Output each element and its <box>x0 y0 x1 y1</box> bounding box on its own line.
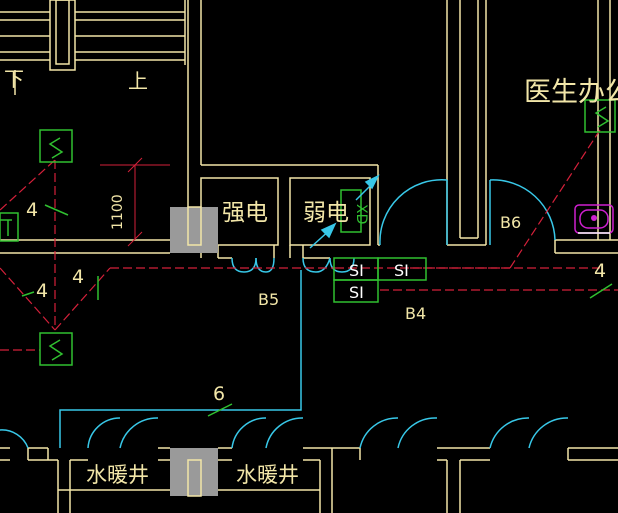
stair-down-label: 下 <box>4 67 24 91</box>
wire-count-label: 4 <box>26 199 38 221</box>
wire-count-label: 4 <box>36 280 48 302</box>
room-label-strong-electric: 强电 <box>222 200 268 226</box>
column <box>170 207 218 253</box>
room-label-b5: B5 <box>258 290 279 309</box>
column <box>170 448 218 496</box>
room-label-plumbing-shaft: 水暖井 <box>236 463 299 487</box>
room-label-b6: B6 <box>500 213 521 232</box>
cad-drawing: 下 上 4 4 4 4 6 1100 XD SI SI SI 医生办 强电 弱电… <box>0 0 618 513</box>
room-label-weak-electric: 弱电 <box>303 200 349 226</box>
stair-up-label: 上 <box>128 69 148 93</box>
si-label: SI <box>349 261 364 280</box>
si-label: SI <box>349 283 364 302</box>
xd-box-label: XD <box>353 204 369 224</box>
dimension-label: 1100 <box>110 194 126 230</box>
room-label-doctor-office: 医生办公室 <box>524 77 618 108</box>
wire-count-label: 6 <box>213 383 225 405</box>
room-label-b4: B4 <box>405 304 426 323</box>
room-label-plumbing-shaft: 水暖井 <box>86 463 149 487</box>
si-label: SI <box>394 261 409 280</box>
wire-count-label: 4 <box>72 266 84 288</box>
wire-count-label: 4 <box>594 260 606 282</box>
